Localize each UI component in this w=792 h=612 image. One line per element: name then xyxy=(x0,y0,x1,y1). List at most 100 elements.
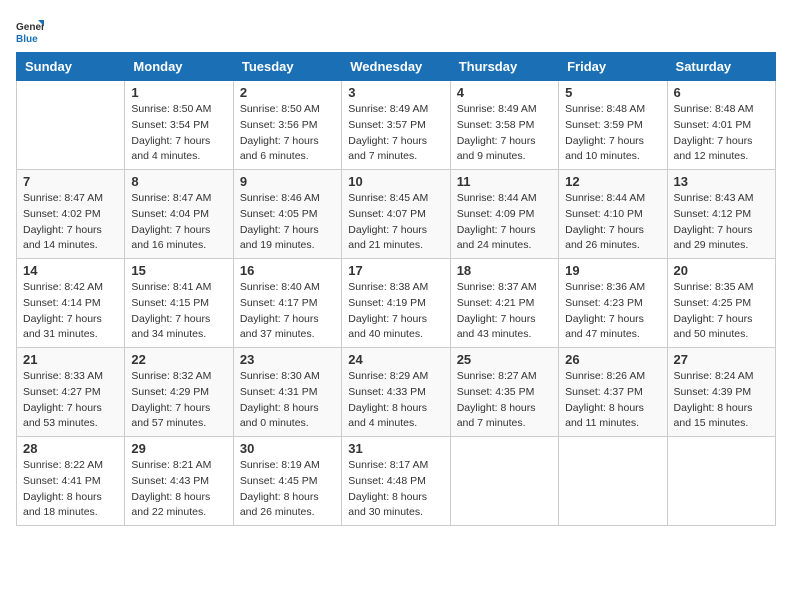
day-number: 10 xyxy=(348,174,443,189)
day-info: Sunrise: 8:46 AM Sunset: 4:05 PM Dayligh… xyxy=(240,191,335,254)
week-row-5: 28 Sunrise: 8:22 AM Sunset: 4:41 PM Dayli… xyxy=(17,437,776,526)
day-cell: 29 Sunrise: 8:21 AM Sunset: 4:43 PM Dayli… xyxy=(125,437,233,526)
week-row-1: 1 Sunrise: 8:50 AM Sunset: 3:54 PM Daylig… xyxy=(17,81,776,170)
day-cell: 21 Sunrise: 8:33 AM Sunset: 4:27 PM Dayli… xyxy=(17,348,125,437)
day-number: 18 xyxy=(457,263,552,278)
day-number: 1 xyxy=(131,85,226,100)
day-info: Sunrise: 8:35 AM Sunset: 4:25 PM Dayligh… xyxy=(674,280,769,343)
day-info: Sunrise: 8:38 AM Sunset: 4:19 PM Dayligh… xyxy=(348,280,443,343)
day-number: 13 xyxy=(674,174,769,189)
day-cell: 3Sunrise: 8:49 AM Sunset: 3:57 PM Daylig… xyxy=(342,81,450,170)
day-cell: 24Sunrise: 8:29 AM Sunset: 4:33 PM Dayli… xyxy=(342,348,450,437)
day-number: 16 xyxy=(240,263,335,278)
day-cell xyxy=(17,81,125,170)
day-cell: 27 Sunrise: 8:24 AM Sunset: 4:39 PM Dayli… xyxy=(667,348,775,437)
day-info: Sunrise: 8:40 AM Sunset: 4:17 PM Dayligh… xyxy=(240,280,335,343)
week-row-3: 14 Sunrise: 8:42 AM Sunset: 4:14 PM Dayli… xyxy=(17,259,776,348)
day-cell: 20Sunrise: 8:35 AM Sunset: 4:25 PM Dayli… xyxy=(667,259,775,348)
week-row-4: 21 Sunrise: 8:33 AM Sunset: 4:27 PM Dayli… xyxy=(17,348,776,437)
page-header: General Blue xyxy=(16,16,776,44)
day-info: Sunrise: 8:49 AM Sunset: 3:57 PM Dayligh… xyxy=(348,102,443,165)
col-header-sunday: Sunday xyxy=(17,53,125,81)
col-header-thursday: Thursday xyxy=(450,53,558,81)
day-info: Sunrise: 8:42 AM Sunset: 4:14 PM Dayligh… xyxy=(23,280,118,343)
day-number: 28 xyxy=(23,441,118,456)
day-info: Sunrise: 8:33 AM Sunset: 4:27 PM Dayligh… xyxy=(23,369,118,432)
day-info: Sunrise: 8:41 AM Sunset: 4:15 PM Dayligh… xyxy=(131,280,226,343)
day-cell: 4Sunrise: 8:49 AM Sunset: 3:58 PM Daylig… xyxy=(450,81,558,170)
day-number: 29 xyxy=(131,441,226,456)
day-cell: 26 Sunrise: 8:26 AM Sunset: 4:37 PM Dayli… xyxy=(559,348,667,437)
day-number: 30 xyxy=(240,441,335,456)
day-number: 11 xyxy=(457,174,552,189)
day-cell: 18 Sunrise: 8:37 AM Sunset: 4:21 PM Dayli… xyxy=(450,259,558,348)
day-cell: 23 Sunrise: 8:30 AM Sunset: 4:31 PM Dayli… xyxy=(233,348,341,437)
day-cell: 13 Sunrise: 8:43 AM Sunset: 4:12 PM Dayli… xyxy=(667,170,775,259)
day-info: Sunrise: 8:45 AM Sunset: 4:07 PM Dayligh… xyxy=(348,191,443,254)
day-cell: 30 Sunrise: 8:19 AM Sunset: 4:45 PM Dayli… xyxy=(233,437,341,526)
day-cell: 22 Sunrise: 8:32 AM Sunset: 4:29 PM Dayli… xyxy=(125,348,233,437)
day-info: Sunrise: 8:44 AM Sunset: 4:10 PM Dayligh… xyxy=(565,191,660,254)
col-header-monday: Monday xyxy=(125,53,233,81)
day-number: 19 xyxy=(565,263,660,278)
day-cell: 10 Sunrise: 8:45 AM Sunset: 4:07 PM Dayli… xyxy=(342,170,450,259)
calendar-table: SundayMondayTuesdayWednesdayThursdayFrid… xyxy=(16,52,776,526)
day-info: Sunrise: 8:47 AM Sunset: 4:04 PM Dayligh… xyxy=(131,191,226,254)
day-number: 26 xyxy=(565,352,660,367)
day-number: 31 xyxy=(348,441,443,456)
day-info: Sunrise: 8:26 AM Sunset: 4:37 PM Dayligh… xyxy=(565,369,660,432)
day-cell: 31 Sunrise: 8:17 AM Sunset: 4:48 PM Dayli… xyxy=(342,437,450,526)
day-info: Sunrise: 8:21 AM Sunset: 4:43 PM Dayligh… xyxy=(131,458,226,521)
day-cell: 11 Sunrise: 8:44 AM Sunset: 4:09 PM Dayli… xyxy=(450,170,558,259)
week-row-2: 7Sunrise: 8:47 AM Sunset: 4:02 PM Daylig… xyxy=(17,170,776,259)
col-header-tuesday: Tuesday xyxy=(233,53,341,81)
day-cell: 8Sunrise: 8:47 AM Sunset: 4:04 PM Daylig… xyxy=(125,170,233,259)
day-cell: 15 Sunrise: 8:41 AM Sunset: 4:15 PM Dayli… xyxy=(125,259,233,348)
day-number: 23 xyxy=(240,352,335,367)
day-info: Sunrise: 8:36 AM Sunset: 4:23 PM Dayligh… xyxy=(565,280,660,343)
day-cell xyxy=(450,437,558,526)
day-info: Sunrise: 8:50 AM Sunset: 3:54 PM Dayligh… xyxy=(131,102,226,165)
day-cell: 9 Sunrise: 8:46 AM Sunset: 4:05 PM Daylig… xyxy=(233,170,341,259)
day-info: Sunrise: 8:19 AM Sunset: 4:45 PM Dayligh… xyxy=(240,458,335,521)
svg-text:General: General xyxy=(16,22,44,33)
day-cell: 2Sunrise: 8:50 AM Sunset: 3:56 PM Daylig… xyxy=(233,81,341,170)
day-cell: 25 Sunrise: 8:27 AM Sunset: 4:35 PM Dayli… xyxy=(450,348,558,437)
day-cell: 12 Sunrise: 8:44 AM Sunset: 4:10 PM Dayli… xyxy=(559,170,667,259)
logo: General Blue xyxy=(16,16,48,44)
col-header-saturday: Saturday xyxy=(667,53,775,81)
day-cell: 7Sunrise: 8:47 AM Sunset: 4:02 PM Daylig… xyxy=(17,170,125,259)
day-info: Sunrise: 8:44 AM Sunset: 4:09 PM Dayligh… xyxy=(457,191,552,254)
day-info: Sunrise: 8:48 AM Sunset: 4:01 PM Dayligh… xyxy=(674,102,769,165)
svg-text:Blue: Blue xyxy=(16,34,38,44)
day-number: 21 xyxy=(23,352,118,367)
day-number: 9 xyxy=(240,174,335,189)
day-number: 15 xyxy=(131,263,226,278)
day-cell: 14 Sunrise: 8:42 AM Sunset: 4:14 PM Dayli… xyxy=(17,259,125,348)
day-info: Sunrise: 8:17 AM Sunset: 4:48 PM Dayligh… xyxy=(348,458,443,521)
col-header-friday: Friday xyxy=(559,53,667,81)
day-number: 27 xyxy=(674,352,769,367)
day-info: Sunrise: 8:30 AM Sunset: 4:31 PM Dayligh… xyxy=(240,369,335,432)
day-cell: 1 Sunrise: 8:50 AM Sunset: 3:54 PM Daylig… xyxy=(125,81,233,170)
day-number: 6 xyxy=(674,85,769,100)
day-cell: 19 Sunrise: 8:36 AM Sunset: 4:23 PM Dayli… xyxy=(559,259,667,348)
day-info: Sunrise: 8:43 AM Sunset: 4:12 PM Dayligh… xyxy=(674,191,769,254)
day-info: Sunrise: 8:22 AM Sunset: 4:41 PM Dayligh… xyxy=(23,458,118,521)
day-number: 17 xyxy=(348,263,443,278)
day-info: Sunrise: 8:24 AM Sunset: 4:39 PM Dayligh… xyxy=(674,369,769,432)
day-cell: 6 Sunrise: 8:48 AM Sunset: 4:01 PM Daylig… xyxy=(667,81,775,170)
day-number: 22 xyxy=(131,352,226,367)
calendar-header-row: SundayMondayTuesdayWednesdayThursdayFrid… xyxy=(17,53,776,81)
day-cell: 5Sunrise: 8:48 AM Sunset: 3:59 PM Daylig… xyxy=(559,81,667,170)
day-number: 12 xyxy=(565,174,660,189)
day-cell: 17 Sunrise: 8:38 AM Sunset: 4:19 PM Dayli… xyxy=(342,259,450,348)
day-info: Sunrise: 8:37 AM Sunset: 4:21 PM Dayligh… xyxy=(457,280,552,343)
col-header-wednesday: Wednesday xyxy=(342,53,450,81)
day-cell: 16 Sunrise: 8:40 AM Sunset: 4:17 PM Dayli… xyxy=(233,259,341,348)
day-number: 14 xyxy=(23,263,118,278)
day-info: Sunrise: 8:29 AM Sunset: 4:33 PM Dayligh… xyxy=(348,369,443,432)
day-number: 25 xyxy=(457,352,552,367)
day-info: Sunrise: 8:32 AM Sunset: 4:29 PM Dayligh… xyxy=(131,369,226,432)
day-info: Sunrise: 8:27 AM Sunset: 4:35 PM Dayligh… xyxy=(457,369,552,432)
